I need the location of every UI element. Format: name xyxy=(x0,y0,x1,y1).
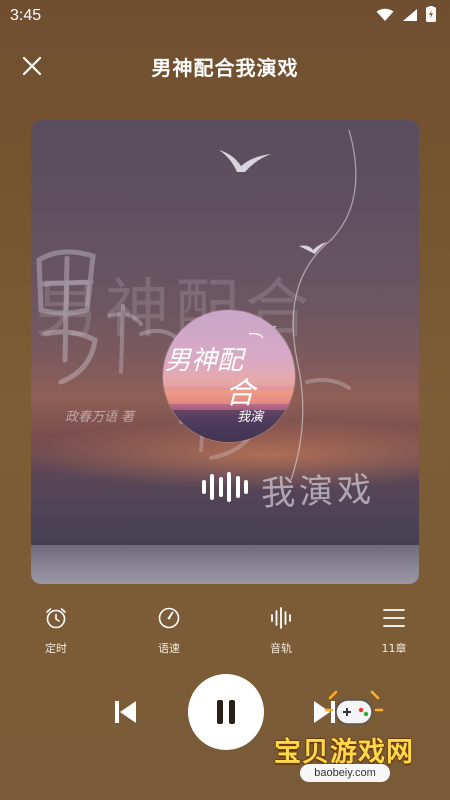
audio-track-button[interactable]: 音轨 xyxy=(251,604,311,660)
chapter-list-button[interactable]: 11章 xyxy=(364,604,424,660)
sound-wave-icon xyxy=(202,472,248,502)
chapter-list-icon xyxy=(380,604,408,632)
speed-label: 语速 xyxy=(158,642,180,655)
speed-dial-icon xyxy=(155,604,183,632)
battery-charging-icon xyxy=(426,6,436,26)
chapter-list-label: 11章 xyxy=(381,642,407,655)
audio-track-icon xyxy=(267,604,295,632)
timer-button[interactable]: 定时 xyxy=(26,604,86,660)
album-disc: 男神配 合 我演 xyxy=(163,310,295,442)
disc-title-3: 我演 xyxy=(237,410,264,425)
pause-button[interactable] xyxy=(188,674,264,750)
status-time: 3:45 xyxy=(10,7,42,24)
audio-track-label: 音轨 xyxy=(270,642,292,655)
close-button[interactable] xyxy=(18,52,46,80)
speed-button[interactable]: 语速 xyxy=(139,604,199,660)
timer-label: 定时 xyxy=(45,642,67,655)
status-icons xyxy=(376,6,436,26)
page-title: 男神配合我演戏 xyxy=(151,55,299,80)
signal-icon xyxy=(402,7,418,26)
wifi-icon xyxy=(376,7,394,26)
close-icon xyxy=(22,56,42,76)
watermark-url: baobeiy.com xyxy=(300,764,390,782)
alarm-clock-icon xyxy=(42,604,70,632)
gamepad-mascot-icon xyxy=(324,690,384,725)
header: 男神配合我演戏 xyxy=(0,40,450,92)
watermark: 宝贝游戏网 baobeiy.com xyxy=(268,688,448,788)
previous-button[interactable] xyxy=(110,696,142,728)
tool-row: 定时 语速 音轨 11章 xyxy=(0,604,450,664)
cover-title-art: 我演戏 xyxy=(260,470,376,514)
pause-icon xyxy=(217,700,235,724)
skip-previous-icon xyxy=(115,701,136,723)
bird-shape xyxy=(219,150,271,172)
cover-subtitle-art: 政春万语 著 xyxy=(65,410,135,425)
status-bar: 3:45 xyxy=(0,0,450,32)
